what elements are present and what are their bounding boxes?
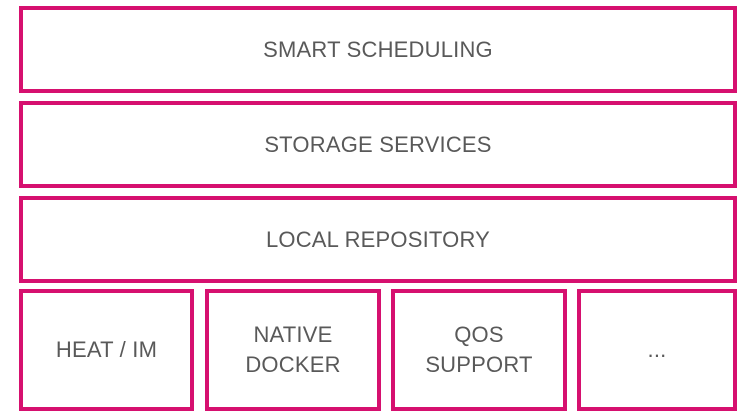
layer-storage-services: STORAGE SERVICES [19,101,737,188]
component-label-line-1: NATIVE [253,322,333,347]
layer-label: STORAGE SERVICES [264,131,492,157]
layer-label: SMART SCHEDULING [263,36,493,62]
component-label: ... [647,337,667,362]
layer-smart-scheduling: SMART SCHEDULING [19,6,737,93]
component-label-line-1: QOS [454,322,504,347]
component-label: HEAT / IM [55,337,158,362]
component-qos-support: QOS SUPPORT [391,289,567,411]
layer-label: LOCAL REPOSITORY [265,226,491,252]
component-heat-im: HEAT / IM [19,289,194,411]
layer-local-repository: LOCAL REPOSITORY [19,196,737,283]
component-native-docker: NATIVE DOCKER [205,289,381,411]
component-label-line-2: DOCKER [245,352,341,377]
component-more: ... [577,289,737,411]
component-label-line-2: SUPPORT [425,352,533,377]
